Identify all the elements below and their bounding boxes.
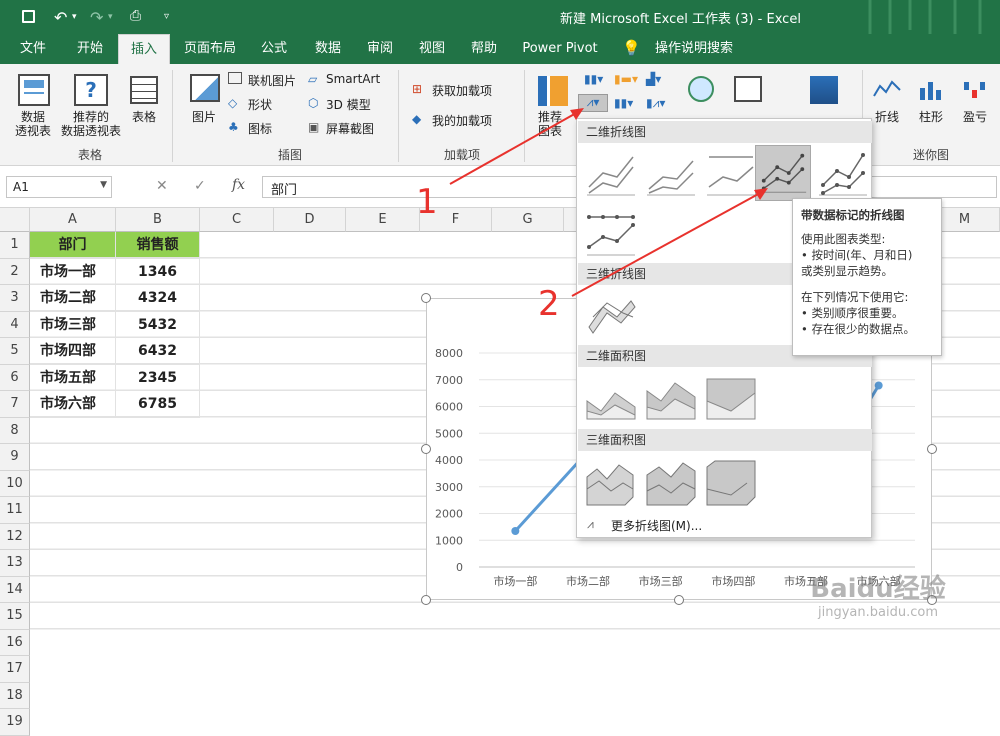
row-header[interactable]: 17 xyxy=(0,656,30,683)
arrow-1 xyxy=(449,111,579,185)
arrow-2-head xyxy=(754,188,768,200)
arrow-1-head xyxy=(570,108,584,120)
row-header[interactable]: 19 xyxy=(0,709,30,736)
annotation-arrows xyxy=(449,108,768,297)
watermark: Baidu经验 jingyan.baidu.com xyxy=(780,568,976,640)
watermark-url: jingyan.baidu.com xyxy=(818,605,938,620)
annotation-number-2: 2 xyxy=(538,284,560,324)
row-header[interactable]: 18 xyxy=(0,682,30,709)
watermark-brand: Baidu经验 xyxy=(810,574,946,604)
annotation-number-1: 1 xyxy=(416,182,438,222)
arrow-2 xyxy=(571,191,763,297)
